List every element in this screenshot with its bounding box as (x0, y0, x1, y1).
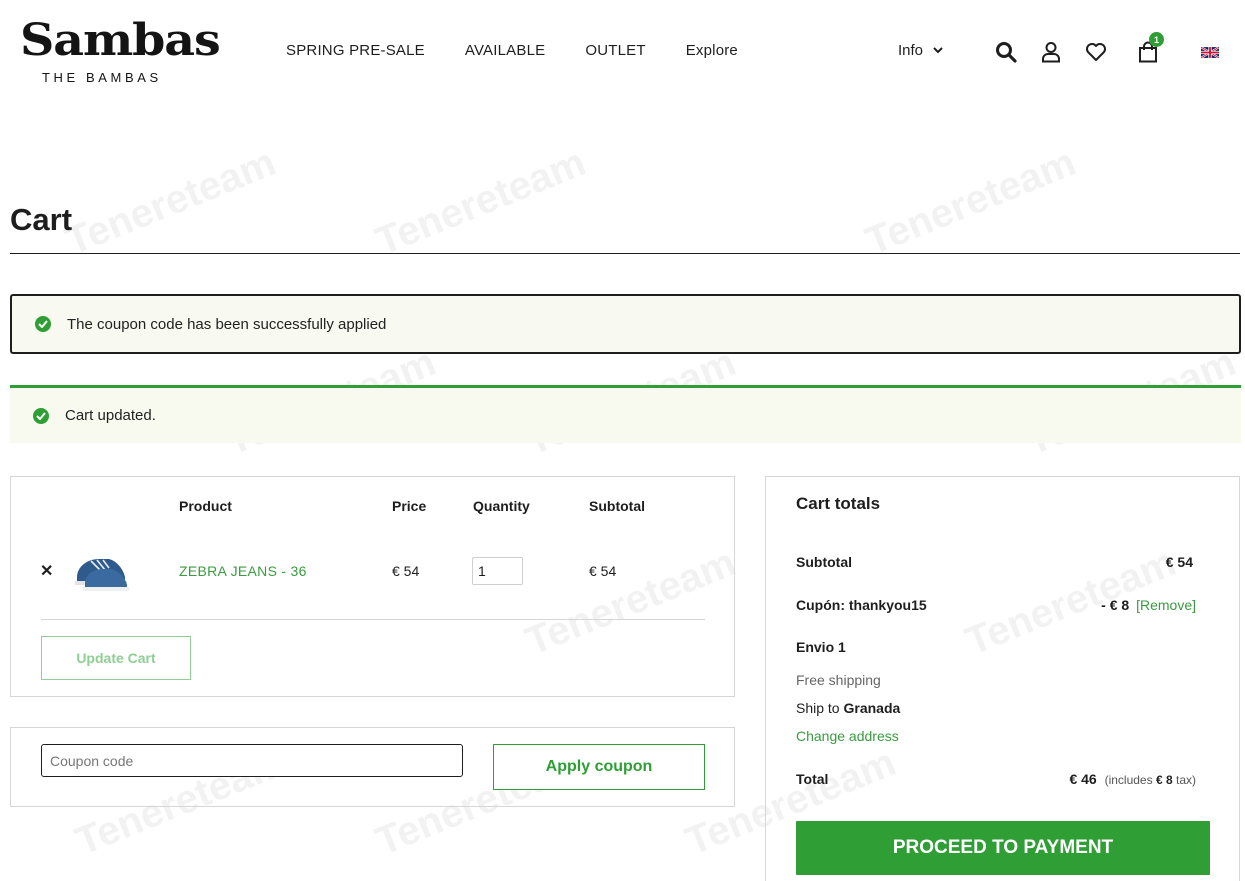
product-link[interactable]: ZEBRA JEANS - 36 (179, 563, 307, 579)
row-divider (41, 619, 705, 620)
account-icon (1042, 42, 1060, 63)
notice-text: Cart updated. (65, 407, 156, 424)
quantity-input[interactable] (472, 557, 523, 585)
total-label: Total (796, 771, 829, 787)
logo-subtitle: THE BAMBAS (42, 70, 162, 85)
apply-coupon-button[interactable]: Apply coupon (493, 744, 705, 790)
site-logo[interactable]: Sambas THE BAMBAS (20, 16, 221, 88)
coupon-applied-notice: The coupon code has been successfully ap… (10, 294, 1241, 354)
info-label: Info (898, 42, 924, 59)
change-address-link[interactable]: Change address (796, 728, 899, 744)
cart-table: Product Price Quantity Subtotal ✕ ZEBRA … (10, 476, 735, 697)
logo-wordmark: Sambas (20, 15, 221, 66)
nav-item-spring-pre-sale[interactable]: SPRING PRE-SALE (286, 42, 425, 59)
notice-text: The coupon code has been successfully ap… (67, 315, 387, 333)
total-amount: € 46 (includes € 8 tax) (1069, 771, 1196, 787)
watermark: Tenereteam (859, 140, 1082, 264)
remove-coupon-link[interactable]: [Remove] (1136, 597, 1196, 613)
nav-item-available[interactable]: AVAILABLE (465, 42, 545, 59)
subtotal-value: € 54 (1165, 554, 1193, 570)
cart-count-badge: 1 (1149, 32, 1164, 47)
search-icon (996, 42, 1017, 63)
coupon-discount: - € 8 [Remove] (1101, 597, 1196, 613)
shipping-method: Free shipping (796, 672, 881, 688)
chevron-down-icon (933, 47, 943, 54)
subtotal-label: Subtotal (796, 554, 852, 570)
product-price: € 54 (392, 563, 420, 579)
account-button[interactable] (1038, 38, 1064, 66)
coupon-label: Cupón: thankyou15 (796, 597, 927, 613)
watermark: Tenereteam (369, 140, 592, 264)
product-thumbnail[interactable] (71, 547, 129, 593)
shipping-label: Envio 1 (796, 639, 846, 655)
heart-icon (1086, 43, 1106, 61)
column-header-product: Product (179, 498, 232, 514)
column-header-subtotal: Subtotal (589, 498, 645, 514)
tax-prefix: (includes (1104, 773, 1153, 787)
ship-to-prefix: Ship to (796, 700, 840, 716)
nav-item-explore[interactable]: Explore (686, 42, 738, 59)
title-divider (10, 253, 1240, 254)
ship-to-city: Granada (843, 700, 901, 716)
ship-to: Ship to Granada (796, 700, 900, 716)
info-menu[interactable]: Info (898, 42, 943, 59)
search-button[interactable] (993, 38, 1019, 66)
coupon-discount-value: - € 8 (1101, 597, 1130, 613)
update-cart-button[interactable]: Update Cart (41, 636, 191, 680)
wishlist-button[interactable] (1083, 38, 1109, 66)
tax-note: (includes € 8 tax) (1105, 773, 1196, 787)
uk-flag-icon[interactable] (1201, 47, 1219, 58)
main-nav: SPRING PRE-SALE AVAILABLE OUTLET Explore (286, 42, 778, 59)
cart-totals-panel: Cart totals Subtotal € 54 Cupón: thankyo… (765, 476, 1240, 881)
page-title: Cart (10, 202, 73, 237)
product-subtotal: € 54 (589, 563, 617, 579)
column-header-price: Price (392, 498, 427, 514)
cart-updated-notice: Cart updated. (10, 385, 1241, 443)
remove-item-button[interactable]: ✕ (40, 561, 53, 581)
check-circle-icon (35, 316, 51, 332)
total-value: € 46 (1069, 771, 1097, 787)
tax-value: € 8 (1155, 773, 1173, 787)
coupon-section: Apply coupon (10, 727, 735, 807)
nav-item-outlet[interactable]: OUTLET (585, 42, 645, 59)
proceed-to-payment-button[interactable]: PROCEED TO PAYMENT (796, 821, 1210, 875)
site-header: Sambas THE BAMBAS SPRING PRE-SALE AVAILA… (0, 0, 1245, 105)
column-header-quantity: Quantity (473, 498, 530, 514)
coupon-code-input[interactable] (41, 744, 463, 777)
watermark: Tenereteam (59, 140, 282, 264)
check-circle-icon (33, 407, 49, 424)
cart-totals-title: Cart totals (796, 494, 881, 513)
tax-suffix: tax) (1175, 773, 1196, 787)
cart-button[interactable]: 1 (1135, 32, 1164, 66)
